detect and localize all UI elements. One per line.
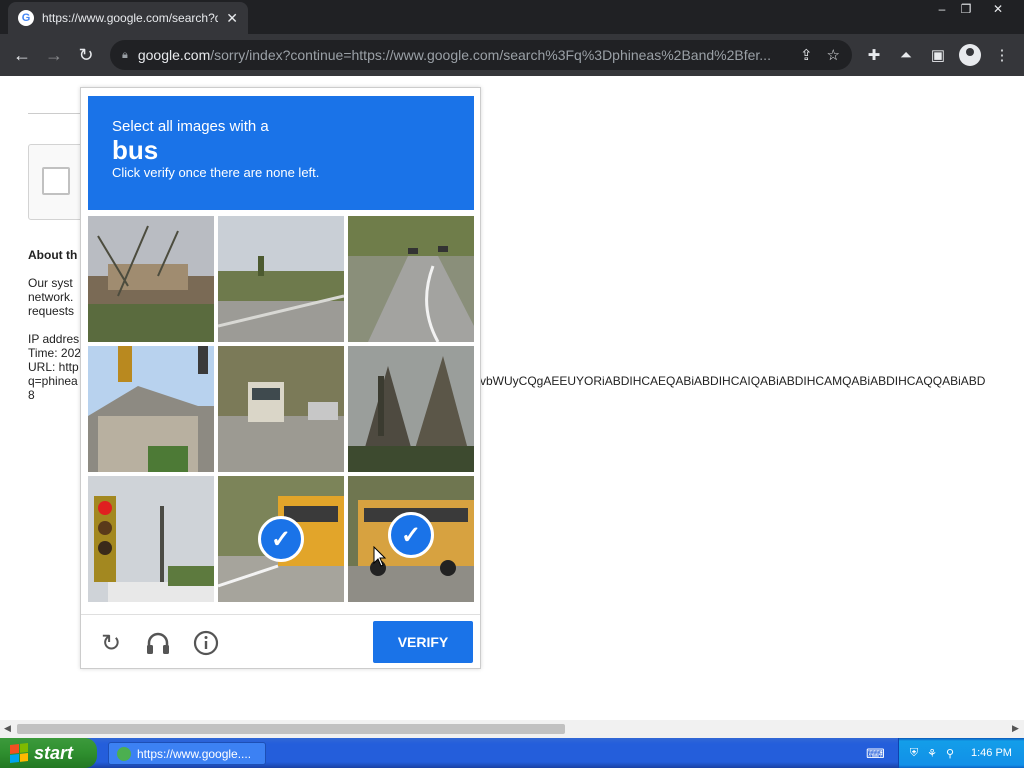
recaptcha-widget <box>28 144 88 220</box>
selected-check-icon: ✓ <box>388 512 434 558</box>
page-text-line: IP addres <box>28 332 80 346</box>
captcha-instruction: Select all images with a <box>112 118 269 135</box>
bookmark-star-icon[interactable]: ☆ <box>827 46 840 64</box>
browser-tab[interactable]: G https://www.google.com/search?q= ✕ <box>8 2 248 34</box>
page-text-line: 8 <box>28 388 35 402</box>
restore-window-button[interactable]: ❐ <box>952 0 980 18</box>
clock[interactable]: 1:46 PM <box>971 747 1012 759</box>
captcha-image-grid: ✓ ✓ <box>88 216 474 602</box>
keyboard-icon[interactable]: ⌨ <box>866 746 885 762</box>
page-text-line: Our syst <box>28 276 73 290</box>
horizontal-scrollbar[interactable]: ◀ ▶ <box>0 720 1024 738</box>
captcha-tile-4[interactable] <box>88 346 214 472</box>
captcha-tile-8[interactable]: ✓ <box>218 476 344 602</box>
labs-flask-icon[interactable]: ⏶ <box>895 44 917 66</box>
url-path: /sorry/index?continue=https://www.google… <box>210 47 771 63</box>
tab-close-icon[interactable]: ✕ <box>226 10 238 27</box>
tile-image <box>218 216 344 342</box>
taskbar-browser-item[interactable]: https://www.google.... <box>108 742 266 765</box>
forward-arrow-icon[interactable]: → <box>41 42 67 68</box>
start-label: start <box>34 742 74 763</box>
side-panel-icon[interactable]: ▣ <box>927 44 949 66</box>
tile-image <box>348 216 474 342</box>
taskbar: start https://www.google.... ⌨ ⛨ ⚘ ⚲ 1:4… <box>0 738 1024 768</box>
start-button[interactable]: start <box>0 738 97 768</box>
captcha-tile-9[interactable]: ✓ <box>348 476 474 602</box>
browser-toolbar: ← → ↻ 🔒︎ google.com/sorry/index?continue… <box>0 34 1024 76</box>
security-shield-icon[interactable]: ⛨ <box>907 746 921 760</box>
scroll-left-icon[interactable]: ◀ <box>4 723 11 734</box>
network-icon[interactable]: ⚘ <box>925 746 939 760</box>
address-bar[interactable]: 🔒︎ google.com/sorry/index?continue=https… <box>110 40 852 70</box>
captcha-tile-6[interactable] <box>348 346 474 472</box>
url-tail-text: vbWUyCQgAEEUYORiABDIHCAEQABiABDIHCAIQABi… <box>480 374 986 388</box>
captcha-header: Select all images with a bus Click verif… <box>88 96 474 210</box>
tile-image <box>348 346 474 472</box>
browser-menu-icon[interactable]: ⋮ <box>991 44 1013 66</box>
captcha-tile-5[interactable] <box>218 346 344 472</box>
selected-check-icon: ✓ <box>258 516 304 562</box>
headphones-icon[interactable] <box>144 629 172 657</box>
tile-image <box>88 346 214 472</box>
captcha-tile-1[interactable] <box>88 216 214 342</box>
captcha-tile-7[interactable] <box>88 476 214 602</box>
close-window-button[interactable]: ✕ <box>984 0 1012 18</box>
page-text-line: Time: 202 <box>28 346 81 360</box>
windows-flag-icon <box>10 743 28 763</box>
tile-image <box>218 346 344 472</box>
back-arrow-icon[interactable]: ← <box>9 42 35 68</box>
recaptcha-checkbox[interactable] <box>42 167 70 195</box>
system-tray: ⛨ ⚘ ⚲ 1:46 PM <box>898 738 1024 768</box>
page-text-line: q=phinea <box>28 374 78 388</box>
url-host: google.com <box>137 47 211 63</box>
browser-tab-strip: G https://www.google.com/search?q= ✕ – ❐… <box>0 0 1024 34</box>
share-icon[interactable]: ⇪ <box>800 46 813 64</box>
captcha-challenge-dialog: Select all images with a bus Click verif… <box>80 87 481 669</box>
info-icon[interactable] <box>192 629 220 657</box>
captcha-footer: ↻ VERIFY <box>81 614 480 668</box>
page-text-line: requests <box>28 304 75 318</box>
extensions-puzzle-icon[interactable]: ✚ <box>863 44 885 66</box>
browser-app-icon <box>117 746 131 761</box>
reload-page-icon[interactable]: ↻ <box>73 42 99 68</box>
divider <box>28 113 88 114</box>
captcha-target-word: bus <box>112 135 159 165</box>
scrollbar-thumb[interactable] <box>17 724 565 734</box>
address-bar-url: google.com/sorry/index?continue=https://… <box>138 47 786 63</box>
tab-title: https://www.google.com/search?q= <box>42 11 219 25</box>
google-favicon-icon: G <box>18 10 34 26</box>
page-text-line: URL: http <box>28 360 79 374</box>
verify-button[interactable]: VERIFY <box>373 621 473 663</box>
reload-icon[interactable]: ↻ <box>97 629 125 657</box>
search-magnifier-icon[interactable]: ⚲ <box>943 746 957 760</box>
captcha-subinstruction: Click verify once there are none left. <box>112 165 320 180</box>
captcha-tile-3[interactable] <box>348 216 474 342</box>
tile-image <box>88 216 214 342</box>
captcha-tile-2[interactable] <box>218 216 344 342</box>
taskbar-item-label: https://www.google.... <box>137 746 252 761</box>
lock-icon: 🔒︎ <box>122 48 128 61</box>
about-heading: About th <box>28 248 78 262</box>
tile-image <box>88 476 214 602</box>
scroll-right-icon[interactable]: ▶ <box>1012 723 1019 734</box>
profile-avatar-icon[interactable] <box>959 44 981 66</box>
page-text-line: network. <box>28 290 74 304</box>
